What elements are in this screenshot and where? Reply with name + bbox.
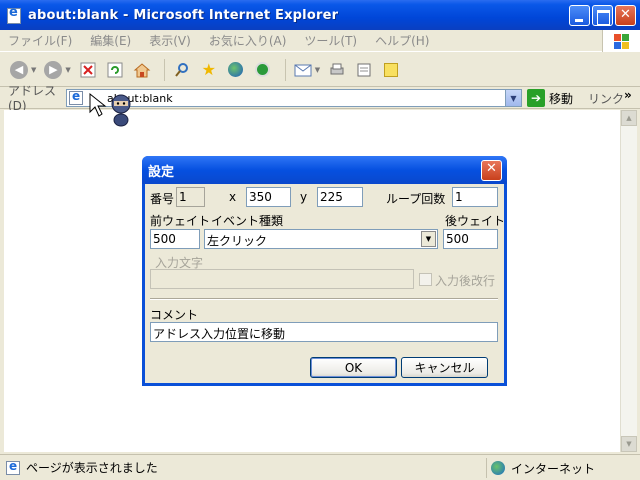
edit-document-icon: [357, 63, 371, 76]
back-arrow-icon: ◀: [10, 60, 28, 79]
links-label[interactable]: リンク: [588, 90, 624, 107]
cursor-ninja-icon: [88, 92, 138, 128]
comment-field[interactable]: アドレス入力位置に移動: [150, 322, 498, 342]
post-wait-label: 後ウェイト: [445, 214, 506, 228]
go-arrow-icon: ➔: [527, 89, 545, 107]
scroll-down-icon[interactable]: ▼: [621, 436, 637, 452]
refresh-icon: [107, 62, 123, 77]
menu-tools[interactable]: ツール(T): [304, 32, 357, 49]
media-button[interactable]: [225, 59, 247, 81]
dialog-close-button[interactable]: [481, 160, 502, 181]
favorites-button[interactable]: ★: [198, 59, 220, 81]
standard-toolbar: ◀ ▼ ▶ ▼ ★ ▼: [0, 53, 640, 87]
search-icon: [175, 62, 188, 77]
pre-wait-field[interactable]: 500: [150, 229, 200, 249]
go-label: 移動: [549, 91, 574, 106]
window-titlebar: about:blank - Microsoft Internet Explore…: [0, 0, 640, 30]
back-dropdown-icon[interactable]: ▼: [31, 66, 36, 74]
maximize-button[interactable]: [592, 5, 613, 26]
settings-dialog: 設定 番号 1 x 350 y 225 ループ回数 1 前ウェイト イベント種類…: [142, 156, 507, 386]
windows-logo-icon: [602, 30, 640, 52]
dialog-divider: [150, 298, 498, 300]
minimize-button[interactable]: [569, 5, 590, 26]
edit-button[interactable]: [353, 59, 375, 81]
y-field[interactable]: 225: [317, 187, 363, 207]
mail-dropdown-icon[interactable]: ▼: [315, 66, 320, 74]
number-field: 1: [176, 187, 205, 207]
dialog-body: 番号 1 x 350 y 225 ループ回数 1 前ウェイト イベント種類 後ウ…: [145, 184, 506, 383]
forward-dropdown-icon[interactable]: ▼: [65, 66, 70, 74]
print-button[interactable]: [326, 59, 348, 81]
x-label: x: [229, 190, 237, 204]
mail-icon: [294, 64, 312, 76]
vertical-scrollbar[interactable]: ▲ ▼: [620, 110, 637, 452]
menu-help[interactable]: ヘルプ(H): [375, 32, 429, 49]
toolbar-separator: [163, 58, 165, 81]
y-label: y: [300, 190, 308, 204]
status-text: ページが表示されました: [26, 461, 158, 475]
note-icon: [384, 62, 399, 77]
messenger-button[interactable]: [380, 59, 402, 81]
window-controls: [569, 5, 636, 26]
menu-view[interactable]: 表示(V): [149, 32, 191, 49]
ok-button[interactable]: OK: [310, 357, 397, 378]
home-button[interactable]: [131, 59, 153, 81]
dialog-titlebar: 設定: [142, 156, 507, 184]
security-zone: インターネット: [486, 458, 595, 478]
post-wait-field[interactable]: 500: [443, 229, 498, 249]
dialog-title: 設定: [148, 164, 175, 180]
history-button[interactable]: [252, 59, 274, 81]
star-icon: ★: [201, 60, 216, 79]
history-icon: [255, 62, 271, 77]
ie-icon: [6, 5, 22, 24]
number-label: 番号: [150, 192, 175, 206]
internet-globe-icon: [491, 461, 505, 475]
page-icon: [69, 89, 83, 105]
chevron-down-icon[interactable]: ▼: [421, 231, 436, 247]
refresh-button[interactable]: [104, 59, 126, 81]
loop-count-field[interactable]: 1: [452, 187, 498, 207]
menu-bar: ファイル(F) 編集(E) 表示(V) お気に入り(A) ツール(T) ヘルプ(…: [0, 30, 640, 52]
toolbar-separator: [284, 58, 286, 81]
loop-count-label: ループ回数: [386, 192, 446, 206]
links-more-icon[interactable]: »: [624, 88, 632, 102]
search-button[interactable]: [171, 59, 193, 81]
home-icon: [133, 62, 151, 77]
pre-wait-label: 前ウェイト: [150, 214, 211, 228]
address-dropdown-icon[interactable]: ▼: [505, 90, 521, 106]
mail-button[interactable]: [292, 59, 314, 81]
go-button[interactable]: ➔ 移動: [527, 89, 573, 107]
cancel-button[interactable]: キャンセル: [401, 357, 488, 378]
address-label: アドレス(D): [8, 84, 57, 113]
stop-button[interactable]: [77, 59, 99, 81]
menu-favorites[interactable]: お気に入り(A): [209, 32, 287, 49]
stop-icon: [80, 62, 96, 77]
status-bar: ページが表示されました インターネット: [0, 454, 640, 480]
post-input-newline-checkbox[interactable]: [419, 273, 432, 286]
printer-icon: [330, 63, 344, 74]
back-button[interactable]: ◀: [8, 59, 30, 81]
scroll-up-icon[interactable]: ▲: [621, 110, 637, 126]
post-input-newline-label: 入力後改行: [435, 274, 496, 288]
event-type-select[interactable]: 左クリック ▼: [204, 229, 438, 249]
menu-edit[interactable]: 編集(E): [90, 32, 131, 49]
input-text-field[interactable]: [150, 269, 414, 289]
menu-file[interactable]: ファイル(F): [8, 32, 72, 49]
comment-label: コメント: [150, 308, 199, 322]
status-page-icon: [6, 459, 20, 475]
close-window-button[interactable]: [615, 5, 636, 26]
window-title: about:blank - Microsoft Internet Explore…: [28, 7, 339, 23]
forward-arrow-icon: ▶: [44, 60, 63, 79]
forward-button[interactable]: ▶: [42, 59, 64, 81]
x-field[interactable]: 350: [246, 187, 291, 207]
event-type-value: 左クリック: [207, 234, 268, 248]
event-type-label: イベント種類: [211, 214, 284, 228]
zone-label: インターネット: [511, 461, 596, 476]
media-icon: [228, 62, 244, 77]
